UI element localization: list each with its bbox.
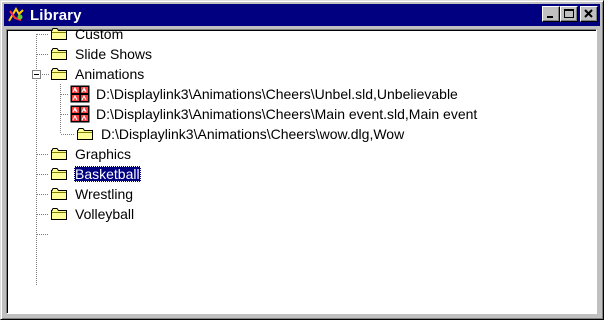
maximize-icon — [564, 9, 574, 18]
library-tree[interactable]: Custom Slide Shows Animations D:\Display… — [6, 26, 597, 314]
minimize-button[interactable] — [542, 6, 560, 22]
tree-item-label: Custom — [75, 26, 124, 42]
tree-item[interactable]: D:\Displaylink3\Animations\Cheers\Unbel.… — [70, 84, 459, 104]
tree-item[interactable]: Custom — [50, 24, 124, 44]
tree-item[interactable]: Basketball — [50, 164, 141, 184]
folder-icon — [51, 208, 67, 220]
folder-icon — [51, 48, 67, 60]
tree-item[interactable]: Volleyball — [50, 204, 135, 224]
tree-item-label: Basketball — [74, 166, 141, 182]
tree-item-label: Animations — [75, 66, 145, 82]
folder-icon — [51, 168, 67, 180]
collapse-toggle[interactable] — [32, 70, 41, 79]
tree-item[interactable]: D:\Displaylink3\Animations\Cheers\wow.dl… — [76, 124, 405, 144]
tree-item-label: Graphics — [75, 146, 132, 162]
tree-item-label: Slide Shows — [75, 46, 153, 62]
tree-item-label: D:\Displaylink3\Animations\Cheers\Main e… — [96, 106, 478, 122]
folder-icon — [77, 128, 93, 140]
folder-icon — [51, 28, 67, 40]
tree-item[interactable]: D:\Displaylink3\Animations\Cheers\Main e… — [70, 104, 478, 124]
folder-icon — [51, 68, 67, 80]
tree-item-label: Volleyball — [75, 206, 135, 222]
tree-item[interactable]: Graphics — [50, 144, 132, 164]
folder-icon — [51, 188, 67, 200]
library-window: Library Custom Slide Shows Animations D:… — [0, 0, 604, 320]
close-button[interactable] — [580, 6, 598, 22]
minimize-icon — [547, 16, 553, 18]
title-bar[interactable]: Library — [4, 4, 600, 26]
tree-item-label: D:\Displaylink3\Animations\Cheers\Unbel.… — [96, 86, 458, 102]
title-buttons — [542, 6, 598, 22]
window-title: Library — [30, 6, 82, 24]
tree-item[interactable]: Slide Shows — [50, 44, 153, 64]
tree-item-label: Wrestling — [75, 186, 134, 202]
tree-item-label: D:\Displaylink3\Animations\Cheers\wow.dl… — [101, 126, 405, 142]
film-icon — [70, 85, 90, 103]
folder-icon — [51, 148, 67, 160]
maximize-button[interactable] — [560, 6, 578, 22]
film-icon — [70, 105, 90, 123]
tree-item[interactable]: Wrestling — [50, 184, 134, 204]
close-icon — [584, 9, 593, 18]
library-icon — [7, 6, 25, 24]
tree-item[interactable]: Animations — [50, 64, 145, 84]
